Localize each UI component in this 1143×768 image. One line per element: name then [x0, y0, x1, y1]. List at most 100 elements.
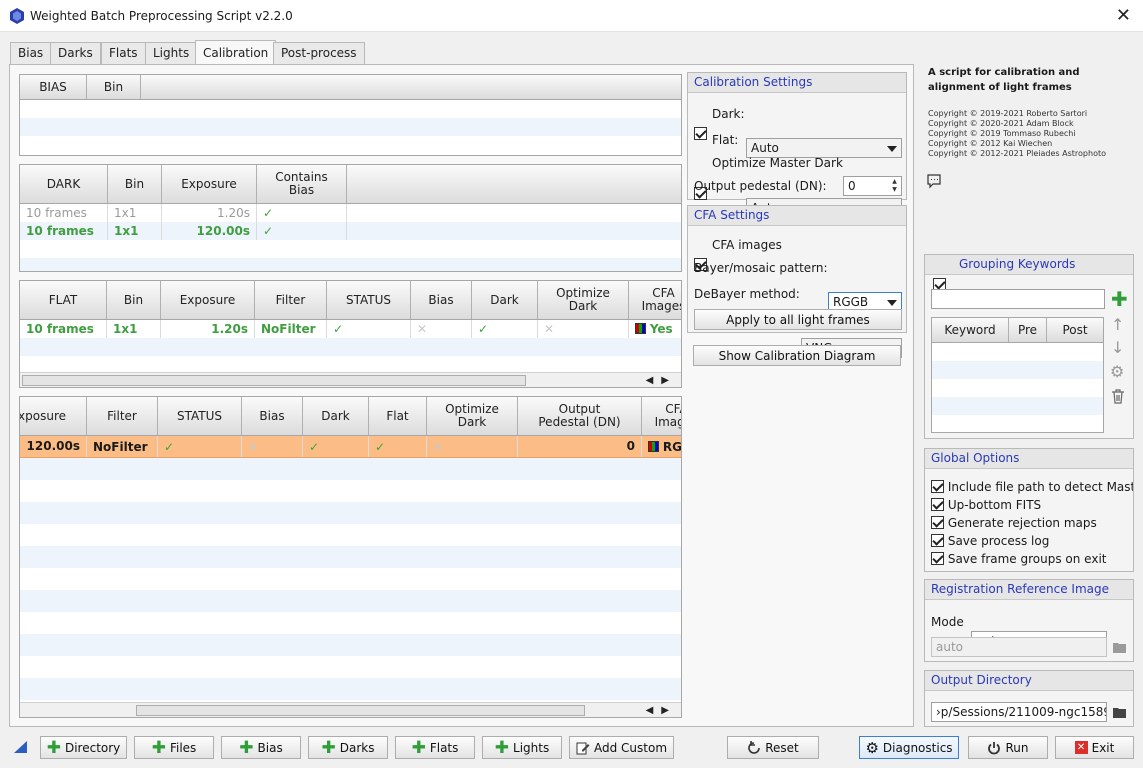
col-header[interactable]: BIAS	[20, 75, 87, 99]
col-header[interactable]: Dark	[472, 281, 538, 319]
scroll-arrows-icon[interactable]: ◀▶	[646, 373, 677, 387]
dark-checkbox[interactable]	[694, 127, 707, 140]
add-bias-button[interactable]: ✚ Bias	[221, 736, 301, 759]
col-header[interactable]: Exposure	[20, 397, 87, 435]
checkbox[interactable]	[931, 516, 944, 529]
col-header[interactable]: CFA Images	[642, 397, 681, 435]
add-lights-button[interactable]: ✚ Lights	[482, 736, 562, 759]
horizontal-scrollbar[interactable]: ◀▶	[20, 372, 681, 387]
arrow-up-icon[interactable]: ↑	[1111, 315, 1124, 334]
scrollbar-thumb[interactable]	[136, 705, 585, 716]
col-header[interactable]: Filter	[255, 281, 327, 319]
col-header[interactable]: Flat	[369, 397, 427, 435]
close-icon[interactable]: ✕	[1116, 5, 1131, 26]
add-darks-button[interactable]: ✚ Darks	[308, 736, 388, 759]
chevron-down-icon	[887, 146, 897, 152]
diagnostics-button[interactable]: ⚙ Diagnostics	[859, 736, 959, 759]
group-title: Global Options	[925, 449, 1133, 469]
dark-select[interactable]: Auto	[746, 138, 902, 158]
add-custom-button[interactable]: Add Custom	[569, 736, 674, 759]
add-files-button[interactable]: ✚ Files	[134, 736, 214, 759]
trash-icon[interactable]	[1111, 389, 1125, 404]
option-up-bottom-fits[interactable]: Up-bottom FITS	[931, 498, 1133, 516]
option-save-frame-groups[interactable]: Save frame groups on exit	[931, 552, 1133, 570]
resize-corner-icon[interactable]	[14, 741, 27, 753]
reset-button[interactable]: Reset	[727, 736, 819, 759]
col-header[interactable]: STATUS	[158, 397, 242, 435]
scrollbar-thumb[interactable]	[22, 375, 526, 386]
show-calibration-diagram-button[interactable]: Show Calibration Diagram	[693, 345, 901, 366]
output-directory-group: Output Directory ›p/Sessions/211009-ngc1…	[924, 670, 1134, 727]
add-keyword-icon[interactable]: ✚	[1111, 289, 1128, 309]
flat-table[interactable]: FLAT Bin Exposure Filter STATUS Bias Dar…	[19, 280, 682, 388]
folder-icon[interactable]	[1113, 642, 1126, 653]
table-row-selected[interactable]: 120.00s NoFilter ✓ ✕ ✓ ✓ ✕ 0 RGGB	[20, 436, 681, 458]
col-header[interactable]: Optimize Dark	[538, 281, 629, 319]
folder-icon[interactable]	[1113, 707, 1126, 718]
col-header[interactable]: Contains Bias	[257, 165, 347, 203]
plus-icon: ✚	[494, 737, 510, 758]
col-header[interactable]: Exposure	[161, 281, 255, 319]
dark-table[interactable]: DARK Bin Exposure Contains Bias 10 frame…	[19, 164, 682, 272]
col-header[interactable]: FLAT	[20, 281, 107, 319]
keywords-table[interactable]: Keyword Pre Post	[931, 317, 1104, 433]
checkbox[interactable]	[931, 480, 944, 493]
table-row[interactable]: 10 frames 1x1 120.00s ✓	[20, 222, 681, 240]
option-generate-rejection-maps[interactable]: Generate rejection maps	[931, 516, 1133, 534]
reset-icon	[748, 740, 761, 754]
bias-table[interactable]: BIAS Bin	[19, 74, 682, 156]
col-header[interactable]: CFA Images	[629, 281, 681, 319]
tab-flats[interactable]: Flats	[101, 42, 146, 64]
add-directory-button[interactable]: ✚ Directory	[40, 736, 127, 759]
scroll-arrows-icon[interactable]: ◀▶	[646, 703, 677, 717]
run-button[interactable]: Run	[968, 736, 1048, 759]
col-header[interactable]: Bias	[411, 281, 472, 319]
col-header[interactable]: Pre	[1009, 318, 1047, 342]
col-header[interactable]: Exposure	[162, 165, 257, 203]
spin-arrows-icon[interactable]: ▲ ▼	[889, 178, 900, 194]
table-row	[20, 524, 681, 546]
apply-to-all-lights-button[interactable]: Apply to all light frames	[694, 309, 902, 330]
col-header[interactable]: Filter	[87, 397, 158, 435]
col-header[interactable]: DARK	[20, 165, 108, 203]
table-row	[20, 568, 681, 590]
close-icon: ✕	[1074, 741, 1088, 754]
arrow-down-icon[interactable]: ↓	[1111, 338, 1124, 357]
global-options-group: Global Options Include file path to dete…	[924, 448, 1134, 572]
col-header[interactable]: Bias	[242, 397, 303, 435]
option-include-file-path[interactable]: Include file path to detect Maste	[931, 480, 1133, 498]
col-header[interactable]: Post	[1047, 318, 1103, 342]
tab-post-process[interactable]: Post-process	[273, 42, 365, 64]
col-header[interactable]: Output Pedestal (DN)	[518, 397, 642, 435]
table-row	[932, 397, 1103, 415]
col-header[interactable]: Keyword	[932, 318, 1009, 342]
table-row[interactable]: 10 frames 1x1 1.20s NoFilter ✓ ✕ ✓ ✕ Yes	[20, 320, 681, 338]
add-flats-button[interactable]: ✚ Flats	[395, 736, 475, 759]
pedestal-spinbox[interactable]: 0 ▲ ▼	[843, 176, 902, 196]
table-row[interactable]: 10 frames 1x1 1.20s ✓	[20, 204, 681, 222]
col-header[interactable]: Dark	[303, 397, 369, 435]
table-row	[20, 458, 681, 480]
tab-lights[interactable]: Lights	[145, 42, 198, 64]
checkbox[interactable]	[931, 552, 944, 565]
exit-button[interactable]: ✕ Exit	[1055, 736, 1134, 759]
checkbox[interactable]	[931, 498, 944, 511]
option-save-process-log[interactable]: Save process log	[931, 534, 1133, 552]
col-header[interactable]: Bin	[87, 75, 141, 99]
checkbox[interactable]	[931, 534, 944, 547]
tab-calibration[interactable]: Calibration	[195, 40, 277, 65]
table-row	[20, 118, 681, 136]
light-table[interactable]: Exposure Filter STATUS Bias Dark Flat Op…	[19, 396, 682, 718]
col-header[interactable]: Bin	[107, 281, 161, 319]
tab-darks[interactable]: Darks	[50, 42, 101, 64]
plus-icon: ✚	[411, 737, 426, 758]
horizontal-scrollbar[interactable]: ◀▶	[20, 702, 681, 717]
keyword-input[interactable]	[931, 289, 1105, 309]
col-header[interactable]: STATUS	[327, 281, 411, 319]
gear-icon[interactable]: ⚙	[1110, 362, 1124, 381]
tab-bias[interactable]: Bias	[10, 42, 52, 64]
col-header[interactable]: Optimize Dark	[427, 397, 518, 435]
output-directory-field[interactable]: ›p/Sessions/211009-ngc1589	[931, 702, 1107, 722]
comment-icon[interactable]	[926, 173, 942, 189]
col-header[interactable]: Bin	[108, 165, 162, 203]
